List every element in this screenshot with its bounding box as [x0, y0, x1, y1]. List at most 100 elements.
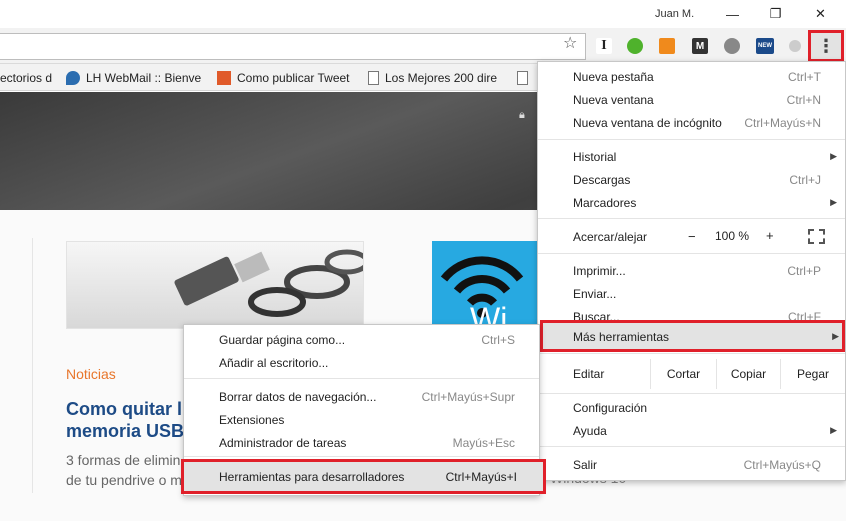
menu-shortcut: Ctrl+S	[481, 332, 515, 347]
menu-item-settings[interactable]: Configuración	[538, 396, 845, 419]
menu-separator	[538, 353, 845, 354]
menu-shortcut: Ctrl+T	[788, 69, 821, 84]
menu-item-new-tab[interactable]: Nueva pestaña Ctrl+T	[538, 65, 845, 88]
submenu-item-dev-tools[interactable]: Herramientas para desarrolladores Ctrl+M…	[181, 459, 546, 494]
grey-extension-icon[interactable]	[789, 40, 801, 52]
menu-item-label: Nueva ventana de incógnito	[573, 115, 722, 130]
menu-separator	[538, 253, 845, 254]
usb-chain-image	[174, 249, 363, 317]
menu-item-label: Salir	[573, 457, 598, 472]
zoom-in-button[interactable]: +	[766, 228, 774, 243]
page-icon	[517, 71, 528, 85]
article-thumbnail-wifi[interactable]: Wi	[432, 241, 542, 329]
menu-item-label: Editar	[573, 366, 605, 381]
bookmark-directorios[interactable]: ectorios d	[0, 69, 56, 87]
menu-item-label: Descargas	[573, 172, 631, 187]
paste-button[interactable]: Pegar	[780, 359, 845, 389]
menu-shortcut: Mayús+Esc	[452, 435, 515, 450]
bookmark-label: LH WebMail :: Bienve	[86, 71, 202, 85]
article-category[interactable]: Noticias	[66, 366, 116, 382]
gear-extension-icon[interactable]	[724, 38, 740, 54]
submenu-item-clear-data[interactable]: Borrar datos de navegación... Ctrl+Mayús…	[184, 385, 539, 408]
article-excerpt: 3 formas de elimin de tu pendrive o m	[66, 450, 186, 490]
bookmark-mejores-200[interactable]: Los Mejores 200 dire	[368, 69, 506, 87]
menu-item-more-tools[interactable]: Más herramientas ▶	[540, 320, 845, 352]
submenu-item-task-manager[interactable]: Administrador de tareas Mayús+Esc	[184, 431, 539, 454]
new-extension-icon[interactable]: NEW	[756, 38, 774, 54]
menu-separator	[538, 139, 845, 140]
menu-item-label: Ayuda	[573, 423, 607, 438]
address-bar[interactable]	[0, 33, 586, 60]
instapaper-extension-icon[interactable]: I	[596, 38, 612, 54]
title-bar: Juan M. — ❐ ✕	[0, 0, 846, 28]
submenu-arrow-icon: ▶	[830, 425, 837, 435]
edit-row: Editar Cortar Copiar Pegar	[538, 359, 845, 389]
close-button[interactable]: ✕	[798, 0, 843, 28]
rss-extension-icon[interactable]	[659, 38, 675, 54]
submenu-item-extensions[interactable]: Extensiones	[184, 408, 539, 431]
menu-item-label: Nueva pestaña	[573, 69, 654, 84]
restore-button[interactable]: ❐	[753, 0, 798, 28]
evernote-extension-icon[interactable]	[627, 38, 643, 54]
menu-shortcut: Ctrl+Mayús+Supr	[421, 389, 515, 404]
menu-item-label: Imprimir...	[573, 263, 626, 278]
chrome-main-menu: Nueva pestaña Ctrl+T Nueva ventana Ctrl+…	[537, 61, 846, 481]
lock-icon: 🔒︎	[519, 109, 525, 121]
menu-item-label: Extensiones	[219, 412, 285, 427]
submenu-item-save-page[interactable]: Guardar página como... Ctrl+S	[184, 328, 539, 351]
menu-item-label: Marcadores	[573, 195, 637, 210]
menu-item-label: Añadir al escritorio...	[219, 355, 329, 370]
article-thumbnail-usb[interactable]	[66, 241, 364, 329]
menu-item-send[interactable]: Enviar...	[538, 282, 845, 305]
menu-item-help[interactable]: Ayuda ▶	[538, 419, 845, 442]
article-title[interactable]: Como quitar l memoria USB	[66, 398, 186, 442]
copy-button[interactable]: Copiar	[716, 359, 780, 389]
webmail-icon	[66, 71, 80, 85]
menu-shortcut: Ctrl+Mayús+I	[445, 470, 517, 484]
menu-item-new-window[interactable]: Nueva ventana Ctrl+N	[538, 88, 845, 111]
menu-shortcut: Ctrl+Mayús+Q	[743, 457, 821, 472]
menu-separator	[538, 218, 845, 219]
profile-name[interactable]: Juan M.	[655, 8, 694, 20]
cut-button[interactable]: Cortar	[650, 359, 716, 389]
menu-shortcut: Ctrl+N	[786, 92, 821, 107]
mega-extension-icon[interactable]: M	[692, 38, 708, 54]
menu-item-label: Enviar...	[573, 286, 617, 301]
submenu-arrow-icon: ▶	[830, 151, 837, 161]
menu-item-bookmarks[interactable]: Marcadores ▶	[538, 191, 845, 214]
menu-item-downloads[interactable]: Descargas Ctrl+J	[538, 168, 845, 191]
column-divider	[32, 238, 33, 493]
menu-item-exit[interactable]: Salir Ctrl+Mayús+Q	[538, 453, 845, 476]
bookmark-site-icon	[217, 71, 231, 85]
bookmark-lh-webmail[interactable]: LH WebMail :: Bienve	[66, 69, 204, 87]
bookmark-more[interactable]	[517, 69, 533, 87]
zoom-row: Acercar/alejar − 100 % +	[538, 225, 845, 249]
menu-item-label: Administrador de tareas	[219, 435, 347, 450]
menu-dots-icon: ⋮	[817, 36, 835, 56]
bookmark-publicar-tweet[interactable]: Como publicar Tweet	[217, 69, 355, 87]
menu-shortcut: Ctrl+Mayús+N	[744, 115, 821, 130]
menu-item-incognito[interactable]: Nueva ventana de incógnito Ctrl+Mayús+N	[538, 111, 845, 134]
menu-shortcut: Ctrl+P	[787, 263, 821, 278]
menu-item-label: Borrar datos de navegación...	[219, 389, 377, 404]
toolbar: ☆ I M NEW ⋮	[0, 28, 846, 64]
minimize-button[interactable]: —	[710, 0, 755, 28]
menu-item-label: Nueva ventana	[573, 92, 654, 107]
edit-label: Editar	[538, 362, 658, 385]
article-title-line: memoria USB	[66, 421, 185, 441]
zoom-label: Acercar/alejar	[538, 225, 678, 248]
submenu-item-add-desktop[interactable]: Añadir al escritorio...	[184, 351, 539, 374]
menu-item-label: Más herramientas	[573, 330, 670, 344]
excerpt-line: 3 formas de elimin	[66, 452, 181, 468]
menu-separator	[538, 393, 845, 394]
menu-item-label: Acercar/alejar	[573, 229, 648, 244]
menu-item-print[interactable]: Imprimir... Ctrl+P	[538, 259, 845, 282]
chrome-menu-button[interactable]: ⋮	[808, 30, 844, 62]
bookmark-star-icon[interactable]: ☆	[563, 33, 577, 53]
bookmark-label: Los Mejores 200 dire	[385, 71, 498, 85]
menu-shortcut: Ctrl+J	[789, 172, 821, 187]
zoom-out-button[interactable]: −	[688, 229, 696, 244]
menu-item-history[interactable]: Historial ▶	[538, 145, 845, 168]
menu-item-label: Herramientas para desarrolladores	[219, 470, 405, 484]
fullscreen-icon[interactable]	[808, 229, 825, 244]
